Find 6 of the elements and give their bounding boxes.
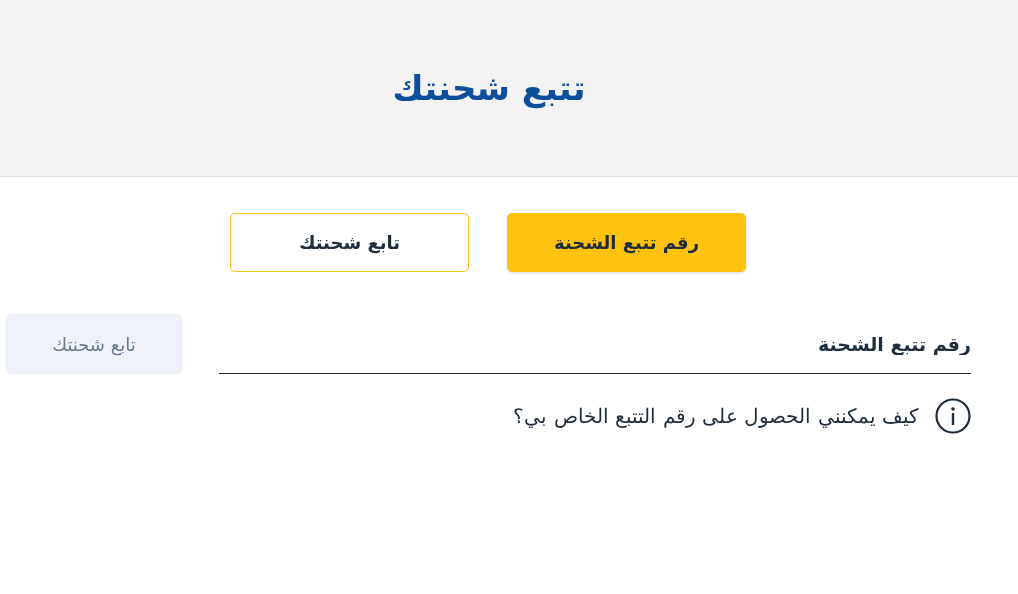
tab[interactable]: تابع شحنتك (230, 213, 469, 272)
info-icon (935, 398, 971, 434)
page-title: تتبع شحنتك (392, 68, 586, 108)
tab[interactable]: رقم تتبع الشحنة (507, 213, 746, 272)
help-link[interactable]: كيف يمكنني الحصول على رقم التتبع الخاص بي؟ (513, 404, 919, 428)
tracking-number-field[interactable]: رقم تتبع الشحنة (219, 314, 971, 374)
